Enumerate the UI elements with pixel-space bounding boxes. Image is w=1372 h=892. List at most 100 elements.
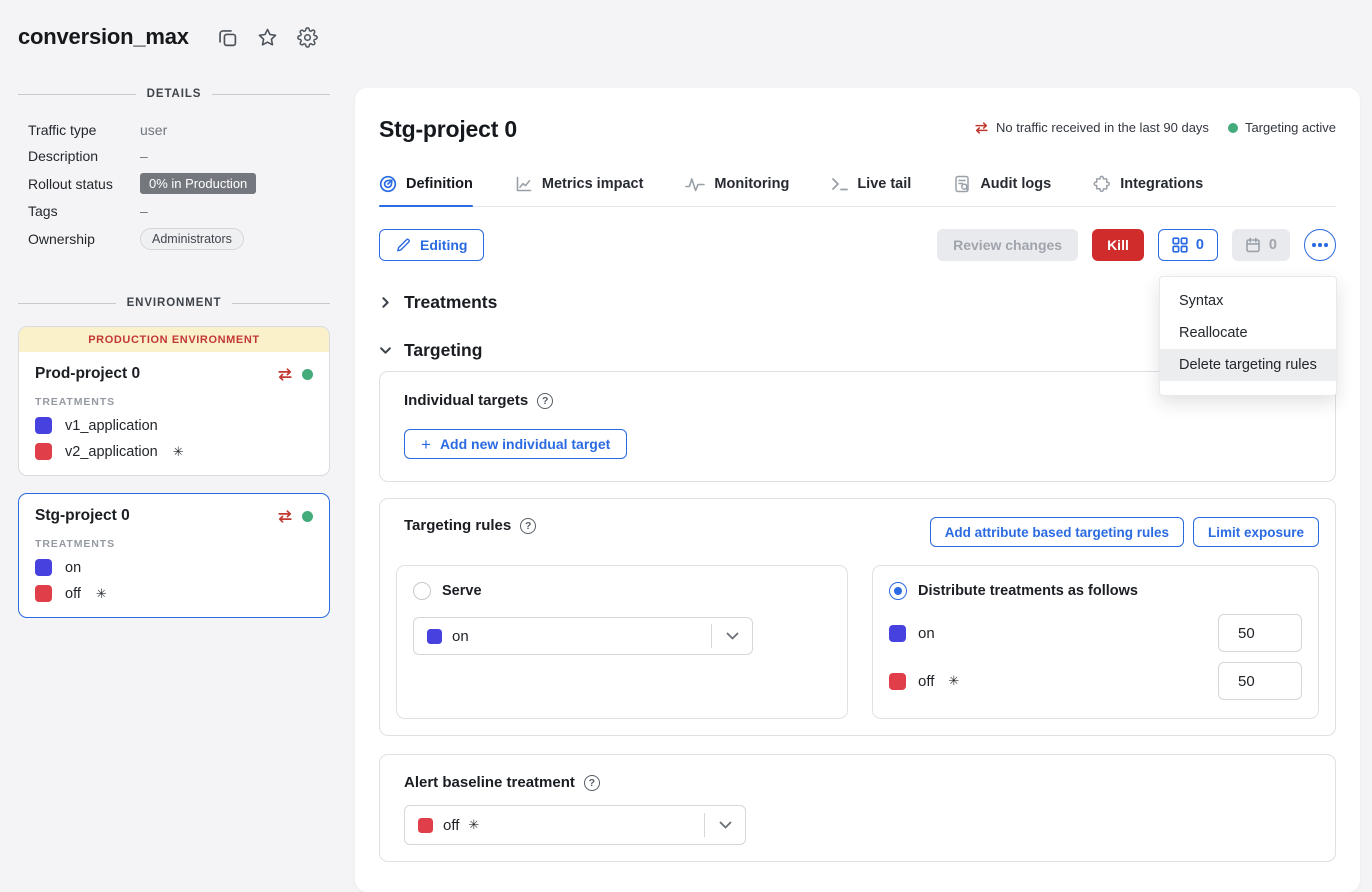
env-card-prod[interactable]: PRODUCTION ENVIRONMENT Prod-project 0 TR… <box>18 326 330 476</box>
targeting-status: Targeting active <box>1228 120 1336 135</box>
detail-row-description: Description – <box>28 143 330 169</box>
tab-live-tail[interactable]: Live tail <box>831 175 911 206</box>
limit-exposure-button[interactable]: Limit exposure <box>1193 517 1319 547</box>
toolbar: Editing Review changes Kill 0 0 <box>379 229 1336 261</box>
individual-targets-title: Individual targets <box>404 392 528 409</box>
kill-button[interactable]: Kill <box>1092 229 1144 261</box>
menu-item-reallocate[interactable]: Reallocate <box>1160 317 1336 349</box>
alert-baseline-card: Alert baseline treatment ? off ✳ <box>379 754 1336 862</box>
swap-arrows-icon <box>974 122 989 134</box>
menu-item-syntax[interactable]: Syntax <box>1160 285 1336 317</box>
schedule-count-button[interactable]: 0 <box>1232 229 1290 261</box>
treatment-name: v2_application <box>65 444 158 460</box>
editing-button[interactable]: Editing <box>379 229 484 261</box>
flag-title: conversion_max <box>18 24 189 50</box>
detail-label: Traffic type <box>28 122 140 138</box>
traffic-status-text: No traffic received in the last 90 days <box>996 120 1209 135</box>
add-individual-target-button[interactable]: + Add new individual target <box>404 429 627 459</box>
default-treatment-icon: ✳ <box>468 817 479 833</box>
tab-definition[interactable]: Definition <box>379 175 473 206</box>
puzzle-icon <box>1093 175 1111 193</box>
detail-value: – <box>140 148 148 164</box>
metrics-chart-icon <box>515 175 533 193</box>
alert-baseline-title: Alert baseline treatment <box>404 774 575 791</box>
calendar-icon <box>1245 237 1261 253</box>
serve-treatment-select[interactable]: on <box>413 617 753 655</box>
treatment-color-swatch <box>35 417 52 434</box>
tab-label: Definition <box>406 176 473 192</box>
gear-icon[interactable] <box>297 27 318 48</box>
tab-audit-logs[interactable]: Audit logs <box>953 175 1051 206</box>
help-icon[interactable]: ? <box>520 518 536 534</box>
chevron-down-icon <box>712 632 752 640</box>
default-treatment-icon: ✳ <box>173 444 184 460</box>
serve-treatment-value: on <box>452 628 711 645</box>
treatments-label: TREATMENTS <box>35 538 313 550</box>
serve-radio[interactable] <box>413 582 431 600</box>
distribute-option-card: Distribute treatments as follows on off … <box>872 565 1319 719</box>
chevron-down-icon <box>379 344 392 357</box>
treatment-row: off ✳ <box>35 585 313 602</box>
tab-label: Monitoring <box>714 176 789 192</box>
tab-label: Live tail <box>857 176 911 192</box>
tab-label: Metrics impact <box>542 176 644 192</box>
distribute-radio[interactable] <box>889 582 907 600</box>
tab-label: Audit logs <box>980 176 1051 192</box>
treatments-label: TREATMENTS <box>35 396 313 408</box>
env-card-name: Prod-project 0 <box>35 365 277 383</box>
help-icon[interactable]: ? <box>537 393 553 409</box>
more-actions-button[interactable] <box>1304 229 1336 261</box>
tab-label: Integrations <box>1120 176 1203 192</box>
review-changes-button[interactable]: Review changes <box>937 229 1078 261</box>
targeting-status-text: Targeting active <box>1245 120 1336 135</box>
alert-baseline-select[interactable]: off ✳ <box>404 805 746 845</box>
targeting-rules-card: Targeting rules ? Add attribute based ta… <box>379 498 1336 736</box>
on-percentage-input[interactable] <box>1218 614 1302 652</box>
treatment-color-swatch <box>35 559 52 576</box>
treatment-color-swatch <box>889 625 906 642</box>
treatment-row: v1_application <box>35 417 313 434</box>
sidebar: DETAILS Traffic type user Description – … <box>18 88 330 618</box>
grid-icon <box>1172 237 1188 253</box>
distribute-row-on: on <box>889 614 1302 652</box>
serve-option-card: Serve on <box>396 565 848 719</box>
chevron-down-icon <box>705 821 745 829</box>
help-icon[interactable]: ? <box>584 775 600 791</box>
terminal-icon <box>831 177 848 191</box>
app-header: conversion_max <box>18 24 318 50</box>
ownership-pill[interactable]: Administrators <box>140 228 244 250</box>
treatment-name: off <box>65 586 81 602</box>
pulse-icon <box>685 177 705 192</box>
pencil-icon <box>396 238 411 253</box>
treatment-name: v1_application <box>65 418 158 434</box>
main-panel: Stg-project 0 No traffic received in the… <box>355 88 1360 892</box>
treatment-name: on <box>918 625 935 642</box>
swap-arrows-icon <box>277 368 293 381</box>
detail-value: – <box>140 203 148 219</box>
definition-icon <box>379 175 397 193</box>
environment-heading: ENVIRONMENT <box>18 297 330 309</box>
add-attribute-rules-button[interactable]: Add attribute based targeting rules <box>930 517 1184 547</box>
treatment-row: v2_application ✳ <box>35 443 313 460</box>
chevron-right-icon <box>379 296 392 309</box>
env-card-stg[interactable]: Stg-project 0 TREATMENTS on off ✳ <box>18 493 330 618</box>
details-rows: Traffic type user Description – Rollout … <box>18 117 330 253</box>
menu-item-delete-targeting-rules[interactable]: Delete targeting rules <box>1160 349 1336 381</box>
production-environment-banner: PRODUCTION ENVIRONMENT <box>19 327 329 352</box>
off-percentage-input[interactable] <box>1218 662 1302 700</box>
copy-icon[interactable] <box>217 27 238 48</box>
star-icon[interactable] <box>257 27 278 48</box>
tab-metrics-impact[interactable]: Metrics impact <box>515 175 644 206</box>
status-row: No traffic received in the last 90 days … <box>974 120 1336 135</box>
default-treatment-icon: ✳ <box>948 673 959 689</box>
status-dot-icon <box>302 511 313 522</box>
env-card-name: Stg-project 0 <box>35 507 277 525</box>
treatment-color-swatch <box>35 443 52 460</box>
tab-integrations[interactable]: Integrations <box>1093 175 1203 206</box>
treatment-name: off <box>918 673 934 690</box>
treatment-name: on <box>65 560 81 576</box>
treatment-row: on <box>35 559 313 576</box>
tab-monitoring[interactable]: Monitoring <box>685 175 789 206</box>
detail-row-tags: Tags – <box>28 198 330 224</box>
changes-count-button[interactable]: 0 <box>1158 229 1218 261</box>
